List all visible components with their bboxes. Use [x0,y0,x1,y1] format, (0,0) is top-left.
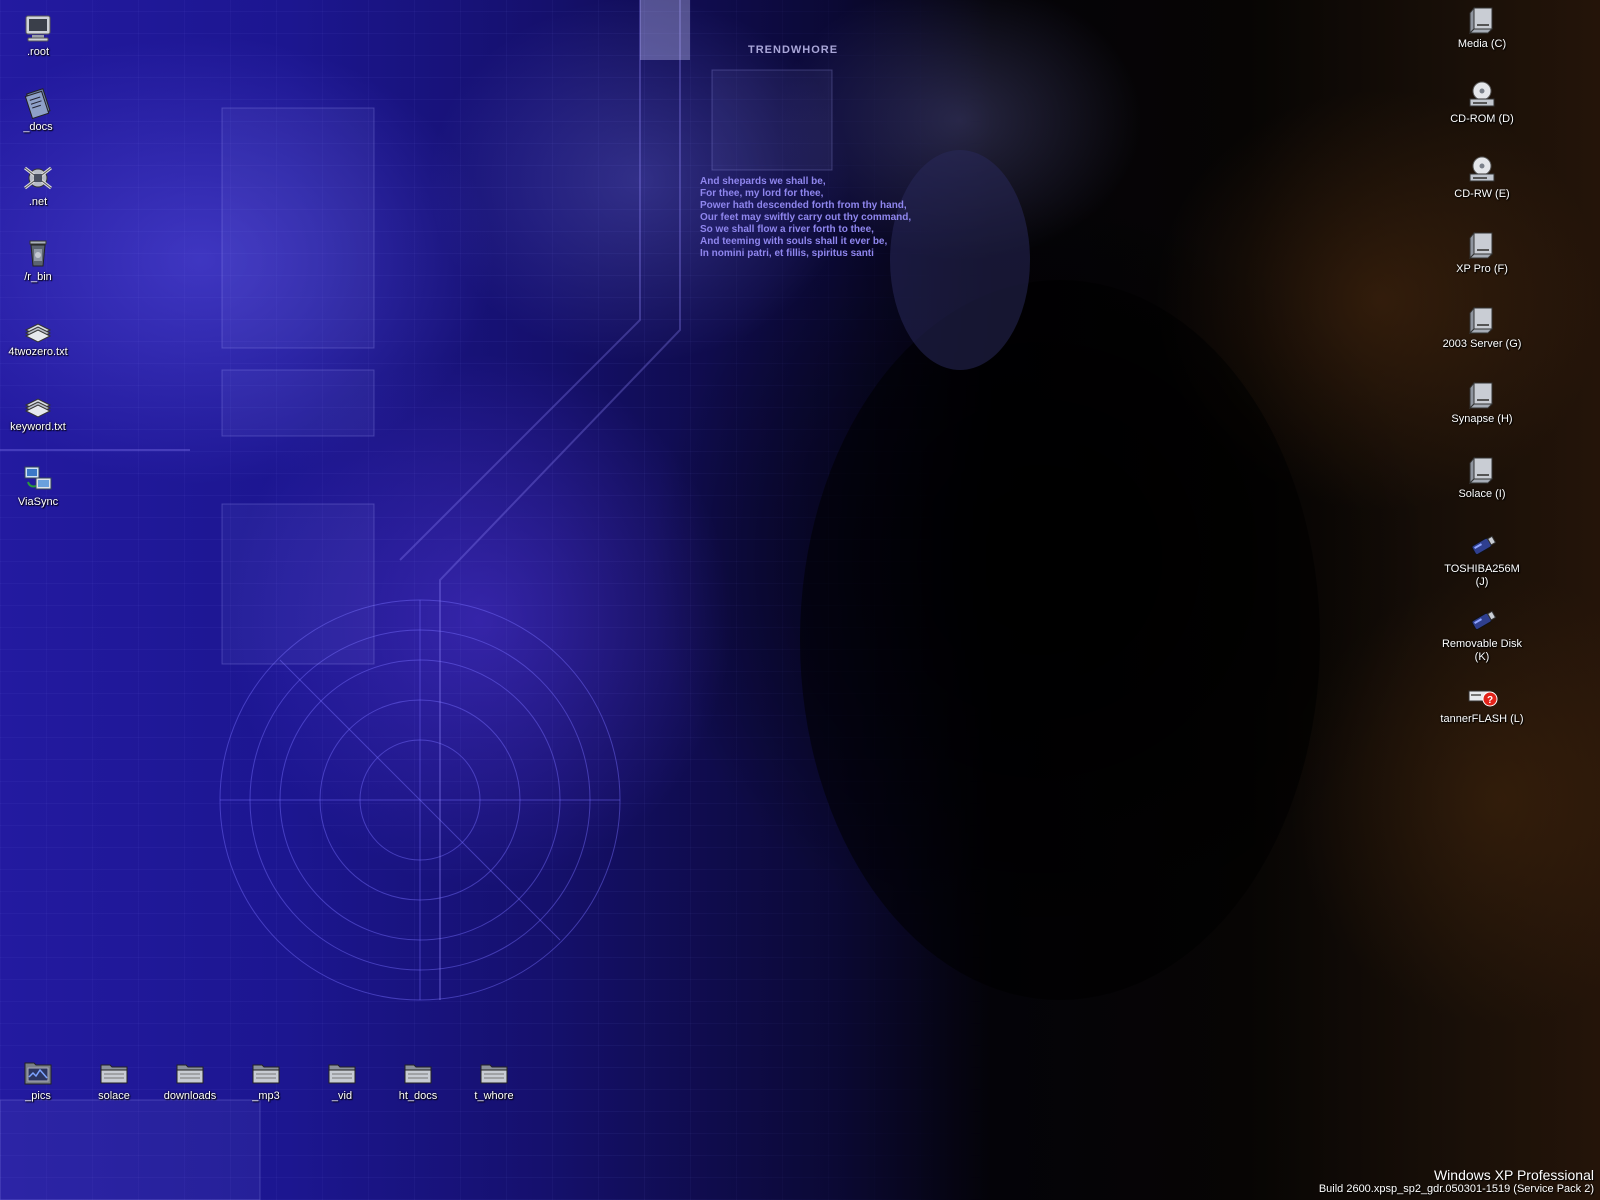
hard-drive-icon [1466,304,1498,336]
poem-line: For thee, my lord for thee, [700,188,824,199]
hard-drive-icon [1466,4,1498,36]
poem-line: In nomini patri, et fillis, spiritus san… [700,248,874,259]
desktop-icon-label: _pics [25,1090,51,1102]
desktop-icon-label: downloads [163,1090,217,1102]
hard-drive-icon [1466,454,1498,486]
cd-drive-icon [1466,79,1498,111]
desktop-icon-label: CD-ROM (D) [1450,113,1514,125]
desktop-icon[interactable]: .root [0,12,76,59]
desktop[interactable]: TRENDWHORE And shepards we shall be, For … [0,0,1600,1200]
desktop-icon[interactable]: .net [0,162,76,209]
computer-icon [22,12,54,44]
wallpaper-brand-text: TRENDWHORE [748,44,839,56]
os-watermark: Windows XP Professional Build 2600.xpsp_… [1319,1167,1594,1196]
svg-text:?: ? [1487,695,1493,706]
desktop-icon[interactable]: 4twozero.txt [0,312,76,359]
hard-drive-icon [1466,379,1498,411]
pictures-folder-icon [22,1056,54,1088]
desktop-icon[interactable]: _docs [0,87,76,134]
desktop-icon[interactable]: Media (C) [1437,4,1527,51]
desktop-icon-label: TOSHIBA256M (J) [1444,563,1520,588]
desktop-icon[interactable]: /r_bin [0,237,76,284]
poem-line: And shepards we shall be, [700,176,826,187]
desktop-icon[interactable]: ViaSync [0,462,76,509]
desktop-icon[interactable]: _mp3 [228,1056,304,1103]
desktop-icon[interactable]: _pics [0,1056,76,1103]
desktop-icon[interactable]: Removable Disk (K) [1437,604,1527,664]
desktop-icon[interactable]: downloads [152,1056,228,1103]
desktop-icon-label: 4twozero.txt [8,346,68,358]
desktop-icon-label: tannerFLASH (L) [1440,713,1524,725]
folder-icon [326,1056,358,1088]
desktop-icon[interactable]: TOSHIBA256M (J) [1437,529,1527,589]
desktop-icon-label: /r_bin [24,271,52,283]
hard-drive-icon [1466,229,1498,261]
poem-line: So we shall flow a river forth to thee, [700,224,874,235]
sync-icon [22,462,54,494]
desktop-icon[interactable]: t_whore [456,1056,532,1103]
desktop-icon-label: t_whore [474,1090,514,1102]
folder-icon [402,1056,434,1088]
network-icon [22,162,54,194]
desktop-icon-label: CD-RW (E) [1454,188,1510,200]
text-file-icon [22,387,54,419]
desktop-icon-label: keyword.txt [10,421,66,433]
documents-icon [22,87,54,120]
desktop-icon[interactable]: ? tannerFLASH (L) [1437,679,1527,726]
desktop-icon-label: _docs [23,121,53,133]
desktop-icon-label: Solace (I) [1458,488,1506,500]
poem-line: And teeming with souls shall it ever be, [700,236,888,247]
desktop-icon[interactable]: XP Pro (F) [1437,229,1527,276]
usb-drive-icon [1466,529,1498,561]
cd-drive-icon [1466,154,1498,186]
recycle-bin-icon [22,237,54,269]
usb-drive-icon [1466,604,1498,636]
desktop-icon-label: ht_docs [398,1090,438,1102]
wallpaper-poem: And shepards we shall be, For thee, my lo… [700,176,960,260]
desktop-icon-label: Removable Disk (K) [1441,638,1523,663]
desktop-icon-label: .root [26,46,49,58]
folder-icon [478,1056,510,1088]
desktop-icon[interactable]: CD-ROM (D) [1437,79,1527,126]
desktop-icon-label: Media (C) [1457,38,1507,50]
desktop-icon[interactable]: _vid [304,1056,380,1103]
desktop-icon[interactable]: keyword.txt [0,387,76,434]
os-name: Windows XP Professional [1433,1167,1594,1183]
desktop-icon-label: XP Pro (F) [1456,263,1508,275]
desktop-icon-label: Synapse (H) [1451,413,1513,425]
poem-line: Power hath descended forth from thy hand… [700,200,907,211]
poem-line: Our feet may swiftly carry out thy comma… [700,212,912,223]
desktop-icon[interactable]: solace [76,1056,152,1103]
os-build: Build 2600.xpsp_sp2_gdr.050301-1519 (Ser… [1318,1183,1594,1195]
desktop-icon-label: 2003 Server (G) [1442,338,1522,350]
desktop-icon-label: _vid [331,1090,353,1102]
desktop-icon[interactable]: ht_docs [380,1056,456,1103]
folder-icon [250,1056,282,1088]
unknown-drive-icon: ? [1466,679,1498,711]
folder-icon [98,1056,130,1088]
desktop-icon[interactable]: Synapse (H) [1437,379,1527,426]
desktop-icon-label: solace [98,1090,130,1102]
desktop-icon-label: _mp3 [252,1090,280,1102]
desktop-icon-label: ViaSync [17,496,59,508]
desktop-icon[interactable]: 2003 Server (G) [1437,304,1527,351]
folder-icon [174,1056,206,1088]
text-file-icon [22,312,54,344]
desktop-icon[interactable]: Solace (I) [1437,454,1527,501]
desktop-icon[interactable]: CD-RW (E) [1437,154,1527,201]
desktop-icon-label: .net [28,196,48,208]
